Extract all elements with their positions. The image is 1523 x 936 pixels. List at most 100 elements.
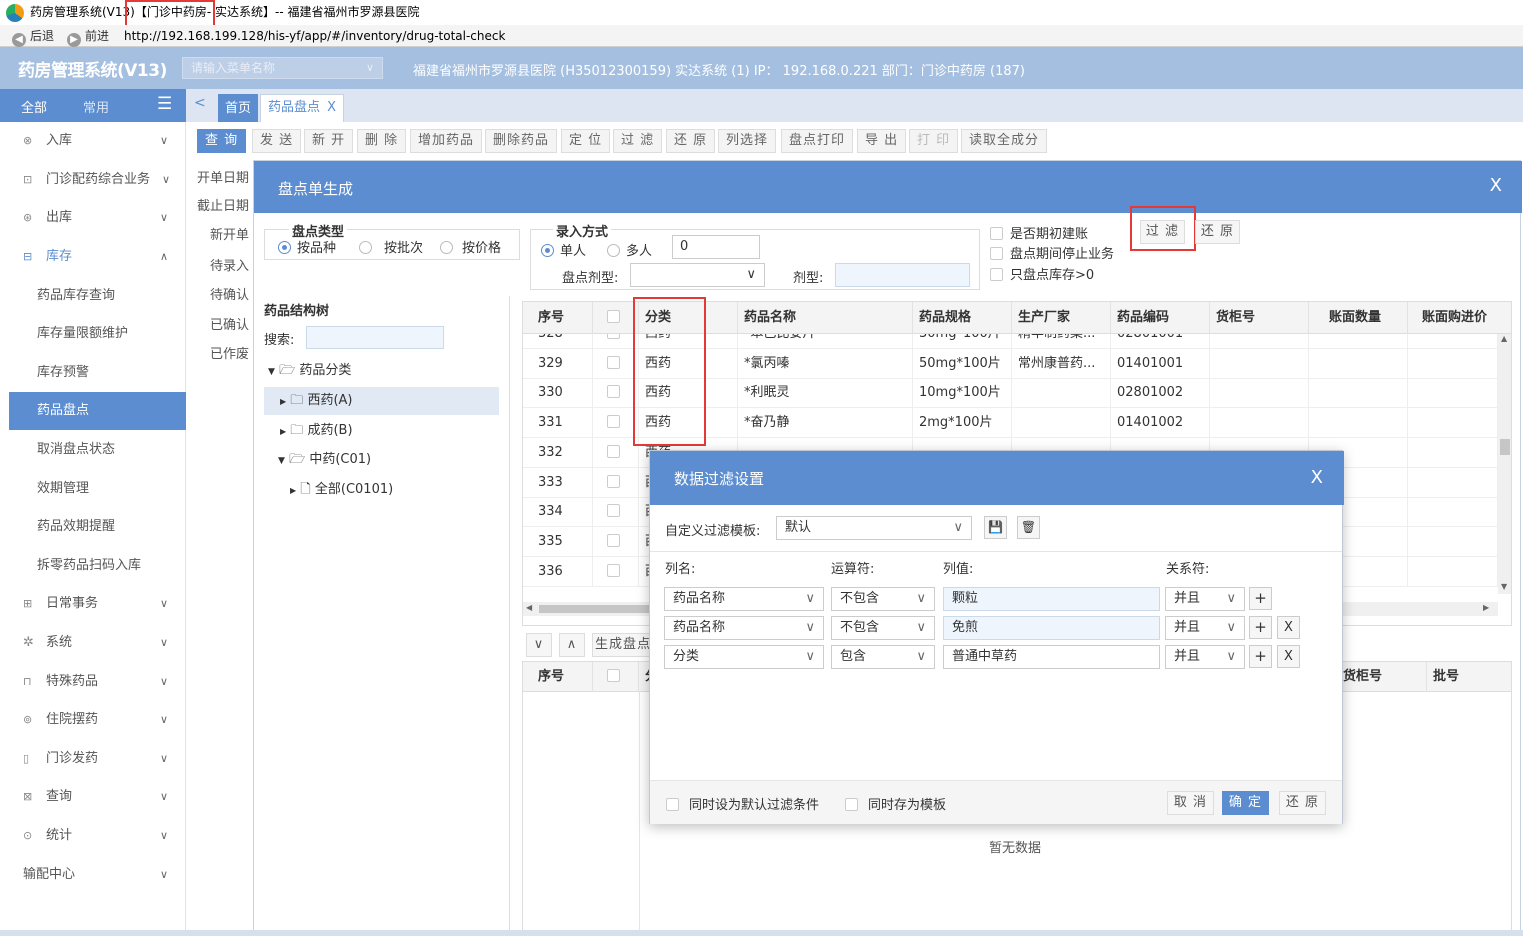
- tab-drug-check[interactable]: 药品盘点 X: [260, 94, 345, 122]
- filter-button[interactable]: 过 滤: [613, 129, 663, 153]
- generate-button[interactable]: 生成盘点: [592, 633, 654, 657]
- radio-single[interactable]: 单人: [541, 240, 586, 259]
- checkbox-icon[interactable]: [607, 474, 620, 488]
- col-no[interactable]: 序号: [523, 302, 593, 334]
- checkbox-icon[interactable]: [607, 533, 620, 547]
- rule-1-column-select[interactable]: 药品名称 ∨: [664, 587, 824, 611]
- dialog-reset-button[interactable]: 还 原: [1195, 220, 1240, 244]
- rule-1-operator-select[interactable]: 不包含 ∨: [831, 587, 935, 611]
- col-check-2[interactable]: [593, 662, 639, 692]
- sidebar-item-stats[interactable]: ⊙ 统计 ∨: [9, 817, 186, 855]
- sidebar-item-outpatient[interactable]: ▯ 门诊发药 ∨: [9, 740, 186, 778]
- tree-node-western[interactable]: ▶ 🗀 西药(A): [280, 387, 353, 415]
- col-book-price[interactable]: 账面购进价: [1408, 302, 1511, 334]
- locate-button[interactable]: 定 位: [561, 129, 611, 153]
- set-default-checkbox[interactable]: 同时设为默认过滤条件: [666, 794, 819, 813]
- rule-1-value-input[interactable]: 颗粒: [943, 587, 1160, 611]
- remove-rule-icon[interactable]: X: [1277, 616, 1300, 639]
- sidebar-item-stock-query[interactable]: 药品库存查询: [9, 277, 186, 315]
- col-maker[interactable]: 生产厂家: [1012, 302, 1111, 334]
- forward-button[interactable]: ▶ 前进: [67, 27, 109, 47]
- move-up-button[interactable]: ∧: [559, 633, 585, 657]
- col-name[interactable]: 药品名称: [738, 302, 913, 334]
- checkbox-icon[interactable]: [607, 355, 620, 369]
- rule-3-operator-select[interactable]: 包含 ∨: [831, 645, 935, 669]
- scroll-thumb-h[interactable]: [539, 605, 659, 613]
- tree-node-patent[interactable]: ▶ 🗀 成药(B): [280, 417, 353, 445]
- rule-2-value-input[interactable]: 免煎: [943, 616, 1160, 640]
- rule-2-operator-select[interactable]: 不包含 ∨: [831, 616, 935, 640]
- col-spec[interactable]: 药品规格: [913, 302, 1012, 334]
- radio-by-variety[interactable]: 按品种: [278, 237, 336, 256]
- print-button[interactable]: 打 印: [909, 129, 959, 153]
- checkbox-icon[interactable]: [607, 563, 620, 577]
- add-rule-icon[interactable]: +: [1249, 616, 1272, 639]
- delete-button[interactable]: 删 除: [357, 129, 407, 153]
- menu-toggle-icon[interactable]: ☰: [157, 94, 172, 114]
- type-input[interactable]: [835, 263, 970, 287]
- sidebar-item-inpatient[interactable]: ⊚ 住院摆药 ∨: [9, 701, 186, 739]
- save-template-icon[interactable]: 💾: [984, 516, 1007, 539]
- remove-drug-button[interactable]: 删除药品: [485, 129, 558, 153]
- close-icon[interactable]: X: [1311, 467, 1323, 488]
- status-pending-entry[interactable]: 待录入: [210, 255, 249, 274]
- back-button[interactable]: ◀ 后退: [12, 27, 54, 47]
- scroll-thumb[interactable]: [1500, 439, 1510, 455]
- tree-node-chinese[interactable]: ▼ 🗁 中药(C01): [278, 446, 371, 474]
- tree-node-category[interactable]: ▼ 🗁 药品分类: [268, 357, 351, 385]
- col-cabinet-2[interactable]: 货柜号: [1337, 662, 1427, 692]
- sidebar-item-query[interactable]: ⊠ 查询 ∨: [9, 778, 186, 816]
- status-void[interactable]: 已作废: [210, 343, 249, 362]
- tab-all[interactable]: 全部: [21, 97, 47, 116]
- scroll-up-icon[interactable]: ▲: [1501, 334, 1507, 343]
- rule-3-value-input[interactable]: 普通中草药: [943, 645, 1160, 669]
- send-button[interactable]: 发 送: [252, 129, 302, 153]
- template-select[interactable]: 默认 ∨: [776, 516, 972, 540]
- new-button[interactable]: 新 开: [304, 129, 354, 153]
- sidebar-item-special-drugs[interactable]: ⊓ 特殊药品 ∨: [9, 663, 186, 701]
- sidebar-item-expiry-manage[interactable]: 效期管理: [9, 470, 186, 508]
- save-template-checkbox[interactable]: 同时存为模板: [845, 794, 946, 813]
- query-button[interactable]: 查 询: [197, 129, 247, 153]
- tree-search-input[interactable]: [306, 326, 444, 349]
- rule-3-column-select[interactable]: 分类 ∨: [664, 645, 824, 669]
- menu-search-input[interactable]: 请输入菜单名称 ∨: [182, 57, 383, 79]
- checkbox-icon[interactable]: [607, 415, 620, 429]
- sidebar-item-cancel-check[interactable]: 取消盘点状态: [9, 431, 186, 469]
- rule-2-relation-select[interactable]: 并且 ∨: [1165, 616, 1245, 640]
- col-batch-2[interactable]: 批号: [1427, 662, 1511, 692]
- column-select-button[interactable]: 列选择: [718, 129, 777, 153]
- reset-filter-button[interactable]: 还 原: [1279, 791, 1326, 815]
- sidebar-item-daily[interactable]: ⊞ 日常事务 ∨: [9, 585, 186, 623]
- checkbox-icon[interactable]: [607, 444, 620, 458]
- sidebar-item-drug-check[interactable]: 药品盘点: [9, 392, 186, 430]
- status-confirmed[interactable]: 已确认: [210, 314, 249, 333]
- sidebar-item-inventory[interactable]: ⊟ 库存 ∧: [9, 238, 186, 276]
- col-book-qty[interactable]: 账面数量: [1309, 302, 1408, 334]
- check-print-button[interactable]: 盘点打印: [781, 129, 854, 153]
- flag-initial-account[interactable]: 是否期初建账: [990, 223, 1088, 242]
- tab-common[interactable]: 常用: [83, 97, 109, 116]
- checkbox-icon[interactable]: [607, 504, 620, 518]
- tab-home[interactable]: 首页: [218, 94, 259, 122]
- sidebar-item-stock-alert[interactable]: 库存预警: [9, 354, 186, 392]
- cancel-button[interactable]: 取 消: [1167, 791, 1214, 815]
- add-drug-button[interactable]: 增加药品: [410, 129, 483, 153]
- scroll-right-icon[interactable]: ▶: [1483, 603, 1489, 612]
- status-new[interactable]: 新开单: [210, 224, 249, 243]
- delete-template-icon[interactable]: 🗑: [1017, 516, 1040, 539]
- scroll-left-icon[interactable]: ◀: [526, 603, 532, 612]
- radio-by-price[interactable]: 按价格: [440, 237, 501, 256]
- tab-close-icon[interactable]: X: [327, 100, 336, 115]
- col-cabinet[interactable]: 货柜号: [1210, 302, 1309, 334]
- checkbox-icon[interactable]: [607, 385, 620, 399]
- status-pending-confirm[interactable]: 待确认: [210, 284, 249, 303]
- sidebar-item-outbound[interactable]: ⊛ 出库 ∨: [9, 199, 186, 237]
- flag-stop-business[interactable]: 盘点期间停止业务: [990, 243, 1114, 262]
- add-rule-icon[interactable]: +: [1249, 645, 1272, 668]
- person-count-input[interactable]: 0: [672, 235, 760, 259]
- sidebar-item-inbound[interactable]: ⊗ 入库 ∨: [9, 122, 186, 160]
- grid-scrollbar-v[interactable]: ▲ ▼: [1498, 334, 1511, 594]
- reset-button[interactable]: 还 原: [666, 129, 716, 153]
- sidebar-item-expiry-remind[interactable]: 药品效期提醒: [9, 508, 186, 546]
